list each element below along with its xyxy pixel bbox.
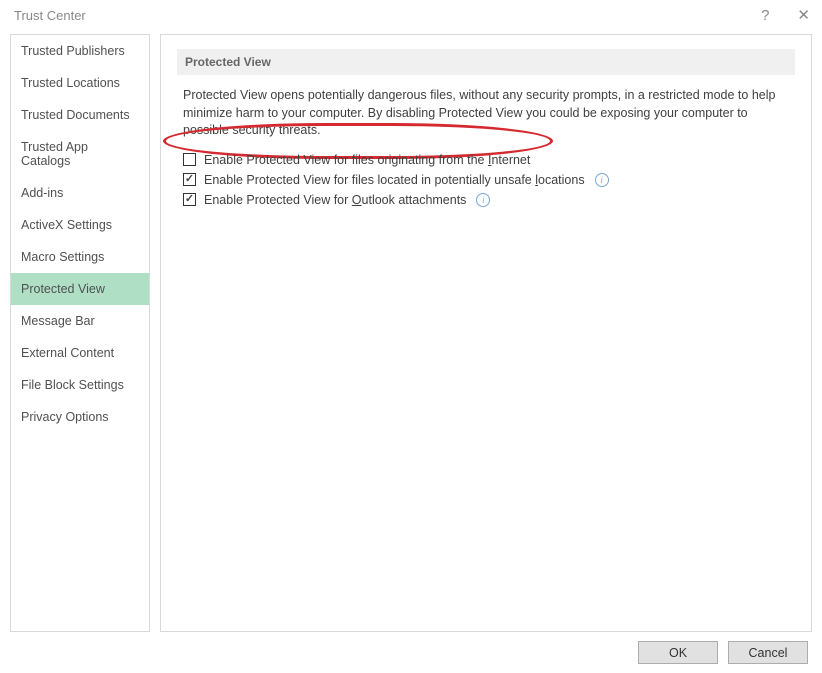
- titlebar-controls: ? ✕: [761, 8, 810, 23]
- sidebar: Trusted Publishers Trusted Locations Tru…: [10, 34, 150, 632]
- sidebar-item-trusted-locations[interactable]: Trusted Locations: [11, 67, 149, 99]
- option-internet-label: Enable Protected View for files originat…: [204, 153, 530, 167]
- section-description: Protected View opens potentially dangero…: [177, 87, 795, 150]
- ok-button[interactable]: OK: [638, 641, 718, 664]
- section-header: Protected View: [177, 49, 795, 75]
- option-unsafe-locations-label: Enable Protected View for files located …: [204, 173, 585, 187]
- checkbox-internet[interactable]: [183, 153, 196, 166]
- window-title: Trust Center: [14, 8, 86, 23]
- option-internet[interactable]: Enable Protected View for files originat…: [177, 150, 795, 170]
- info-icon[interactable]: i: [595, 173, 609, 187]
- option-outlook-attachments[interactable]: Enable Protected View for Outlook attach…: [177, 190, 795, 210]
- sidebar-item-trusted-app-catalogs[interactable]: Trusted App Catalogs: [11, 131, 149, 177]
- sidebar-item-protected-view[interactable]: Protected View: [11, 273, 149, 305]
- info-icon[interactable]: i: [476, 193, 490, 207]
- checkbox-outlook-attachments[interactable]: [183, 193, 196, 206]
- sidebar-item-activex-settings[interactable]: ActiveX Settings: [11, 209, 149, 241]
- sidebar-item-message-bar[interactable]: Message Bar: [11, 305, 149, 337]
- checkbox-unsafe-locations[interactable]: [183, 173, 196, 186]
- sidebar-item-macro-settings[interactable]: Macro Settings: [11, 241, 149, 273]
- option-outlook-attachments-label: Enable Protected View for Outlook attach…: [204, 193, 466, 207]
- sidebar-item-external-content[interactable]: External Content: [11, 337, 149, 369]
- sidebar-item-trusted-documents[interactable]: Trusted Documents: [11, 99, 149, 131]
- dialog-footer: OK Cancel: [0, 632, 822, 673]
- help-icon[interactable]: ?: [761, 8, 769, 23]
- cancel-button[interactable]: Cancel: [728, 641, 808, 664]
- sidebar-item-trusted-publishers[interactable]: Trusted Publishers: [11, 35, 149, 67]
- sidebar-item-add-ins[interactable]: Add-ins: [11, 177, 149, 209]
- content-panel: Protected View Protected View opens pote…: [160, 34, 812, 632]
- close-icon[interactable]: ✕: [797, 8, 810, 23]
- sidebar-item-privacy-options[interactable]: Privacy Options: [11, 401, 149, 433]
- sidebar-item-file-block-settings[interactable]: File Block Settings: [11, 369, 149, 401]
- titlebar: Trust Center ? ✕: [0, 0, 822, 30]
- option-unsafe-locations[interactable]: Enable Protected View for files located …: [177, 170, 795, 190]
